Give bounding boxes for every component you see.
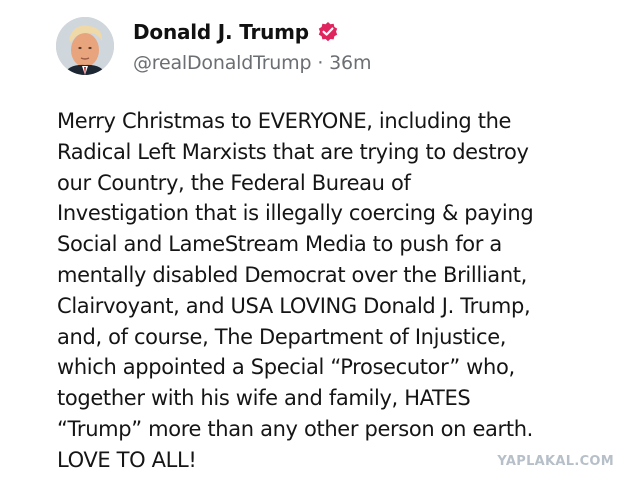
post-header: Donald J. Trump @realDonaldTrump · 36m	[133, 18, 593, 76]
author-handle[interactable]: @realDonaldTrump	[133, 52, 312, 74]
meta-separator: ·	[317, 52, 324, 74]
post-timestamp[interactable]: 36m	[329, 52, 371, 74]
author-meta-row: @realDonaldTrump · 36m	[133, 50, 593, 76]
avatar[interactable]	[56, 17, 114, 75]
avatar-photo	[56, 17, 114, 75]
author-name-row: Donald J. Trump	[133, 18, 593, 46]
post-card: Donald J. Trump @realDonaldTrump · 36m M…	[0, 0, 640, 492]
author-display-name[interactable]: Donald J. Trump	[133, 20, 309, 44]
site-watermark: YAPLAKAL.COM	[497, 454, 614, 469]
verified-badge-icon	[317, 21, 339, 43]
post-body-text: Merry Christmas to EVERYONE, including t…	[57, 109, 534, 472]
